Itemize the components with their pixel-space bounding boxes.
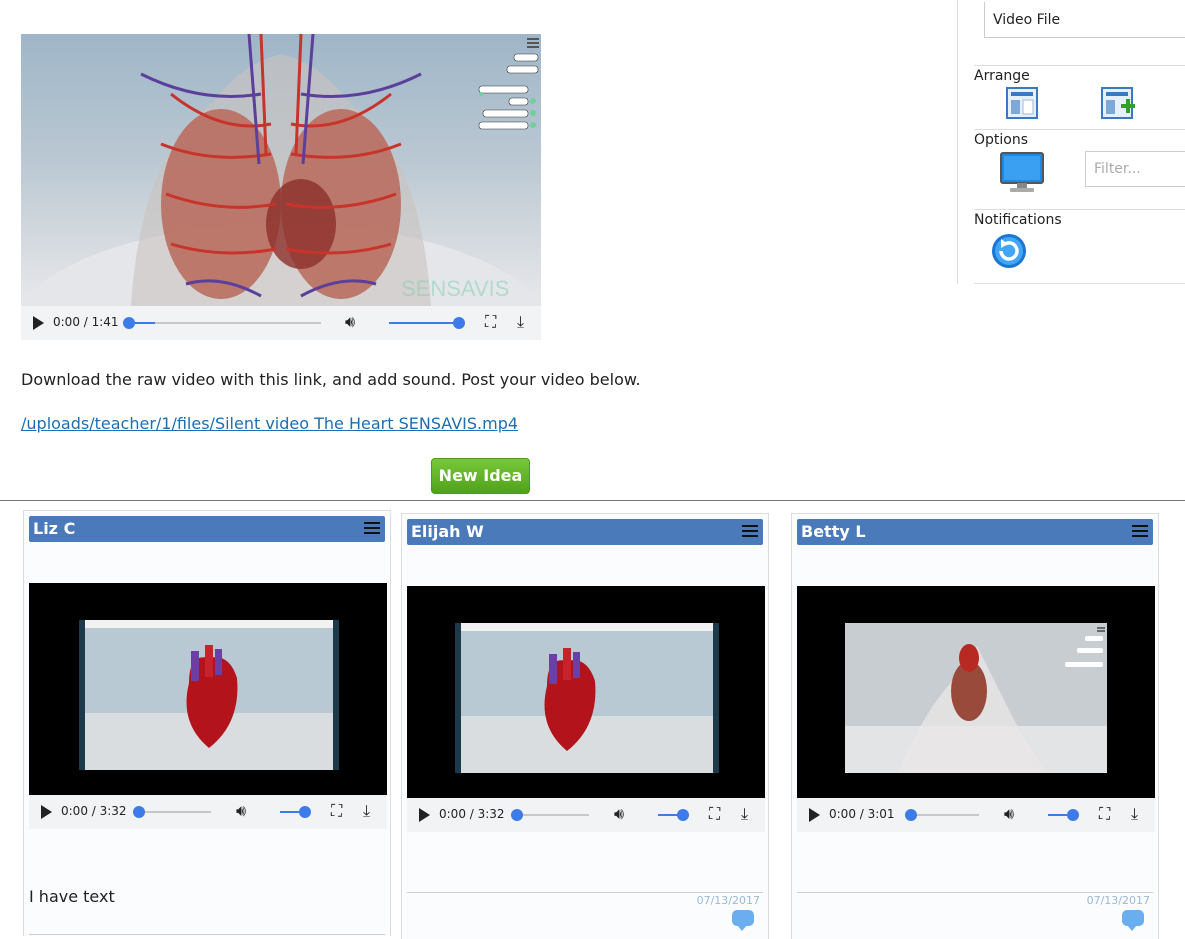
card-author: Betty L — [801, 522, 866, 541]
arrange-layout-icon[interactable] — [1006, 87, 1038, 119]
play-icon[interactable] — [41, 805, 52, 819]
progress-track[interactable] — [127, 322, 321, 324]
new-idea-button[interactable]: New Idea — [431, 458, 530, 494]
menu-icon[interactable] — [742, 525, 758, 540]
time-display: 0:00 / 3:01 — [829, 807, 895, 821]
download-icon[interactable]: ⤓ — [741, 804, 748, 824]
anatomy-thumbnail: SENSAVIS — [21, 34, 541, 306]
comment-icon[interactable] — [1122, 910, 1144, 931]
card-video[interactable] — [29, 583, 387, 795]
heart-thumbnail — [455, 623, 719, 773]
download-icon[interactable]: ⤓ — [517, 312, 524, 332]
volume-icon[interactable]: 🔊︎ — [614, 804, 624, 824]
video-file-select[interactable]: Video File — [984, 2, 1185, 38]
video-frame[interactable]: SENSAVIS — [21, 34, 541, 306]
main-video-player[interactable]: SENSAVIS 0:00 / 1:41 🔊︎ ⛶ ⤓ — [21, 34, 541, 340]
card-text: I have text — [29, 887, 115, 906]
idea-card: Betty L 0:00 / 3:01 🔊︎ ⛶ ⤓ 07/13/2017 — [791, 513, 1159, 939]
sidebar-divider — [974, 283, 1185, 284]
sidebar-divider — [974, 129, 1185, 130]
progress-knob[interactable] — [511, 809, 523, 821]
sidebar-divider — [974, 209, 1185, 210]
instructions-text: Download the raw video with this link, a… — [21, 370, 641, 389]
menu-icon[interactable] — [364, 522, 380, 537]
options-label: Options — [974, 132, 1029, 148]
time-display: 0:00 / 3:32 — [439, 807, 505, 821]
fullscreen-icon[interactable]: ⛶ — [709, 804, 720, 824]
card-video[interactable] — [407, 586, 765, 798]
comment-icon[interactable] — [732, 910, 754, 931]
fullscreen-icon[interactable]: ⛶ — [331, 801, 342, 821]
video-controls: 0:00 / 3:01 🔊︎ ⛶ ⤓ — [797, 798, 1155, 832]
volume-fill — [389, 322, 459, 324]
progress-knob[interactable] — [905, 809, 917, 821]
watermark: SENSAVIS — [401, 276, 509, 301]
card-video[interactable] — [797, 586, 1155, 798]
volume-knob[interactable] — [453, 317, 465, 329]
idea-card: Elijah W 0:00 / 3:32 🔊︎ ⛶ ⤓ 07/13/2017 — [401, 513, 769, 939]
progress-track[interactable] — [909, 814, 979, 816]
volume-icon[interactable]: 🔊︎ — [236, 801, 246, 821]
time-display: 0:00 / 1:41 — [53, 315, 119, 329]
monitor-icon[interactable] — [1000, 152, 1044, 194]
heart-thumbnail — [79, 620, 339, 770]
card-header: Betty L — [797, 519, 1153, 545]
play-icon[interactable] — [809, 808, 820, 822]
notifications-label: Notifications — [974, 212, 1062, 228]
card-header: Elijah W — [407, 519, 763, 545]
volume-knob[interactable] — [677, 809, 689, 821]
idea-card: Liz C 0:00 / 3:32 🔊︎ ⛶ ⤓ I have text — [23, 510, 391, 936]
arrange-label: Arrange — [974, 68, 1030, 84]
volume-icon[interactable]: 🔊︎ — [345, 312, 355, 332]
play-icon[interactable] — [419, 808, 430, 822]
progress-knob[interactable] — [123, 317, 135, 329]
volume-knob[interactable] — [299, 806, 311, 818]
sidebar-divider — [974, 65, 1185, 66]
anatomy-thumbnail — [845, 623, 1107, 773]
fullscreen-icon[interactable]: ⛶ — [1099, 804, 1110, 824]
card-author: Elijah W — [411, 522, 484, 541]
sidebar-panel: Video File Arrange Options Notifications — [957, 0, 1185, 284]
video-controls: 0:00 / 1:41 🔊︎ ⛶ ⤓ — [21, 306, 541, 340]
card-date: 07/13/2017 — [1086, 894, 1150, 907]
add-layout-icon[interactable] — [1101, 87, 1135, 121]
video-controls: 0:00 / 3:32 🔊︎ ⛶ ⤓ — [407, 798, 765, 832]
raw-video-link[interactable]: /uploads/teacher/1/files/Silent video Th… — [21, 414, 518, 433]
time-display: 0:00 / 3:32 — [61, 804, 127, 818]
play-icon[interactable] — [33, 316, 44, 330]
progress-knob[interactable] — [133, 806, 145, 818]
card-divider — [797, 892, 1153, 893]
card-date: 07/13/2017 — [696, 894, 760, 907]
section-divider — [0, 500, 1185, 501]
card-divider — [29, 934, 385, 935]
card-header: Liz C — [29, 516, 385, 542]
fullscreen-icon[interactable]: ⛶ — [485, 312, 496, 332]
filter-input[interactable] — [1085, 151, 1185, 187]
video-controls: 0:00 / 3:32 🔊︎ ⛶ ⤓ — [29, 795, 387, 829]
card-author: Liz C — [33, 519, 76, 538]
progress-track[interactable] — [515, 814, 589, 816]
card-divider — [407, 892, 763, 893]
download-icon[interactable]: ⤓ — [1131, 804, 1138, 824]
progress-track[interactable] — [137, 811, 211, 813]
volume-knob[interactable] — [1067, 809, 1079, 821]
menu-icon[interactable] — [1132, 525, 1148, 540]
refresh-icon[interactable] — [991, 233, 1027, 269]
download-icon[interactable]: ⤓ — [363, 801, 370, 821]
volume-icon[interactable]: 🔊︎ — [1004, 804, 1014, 824]
